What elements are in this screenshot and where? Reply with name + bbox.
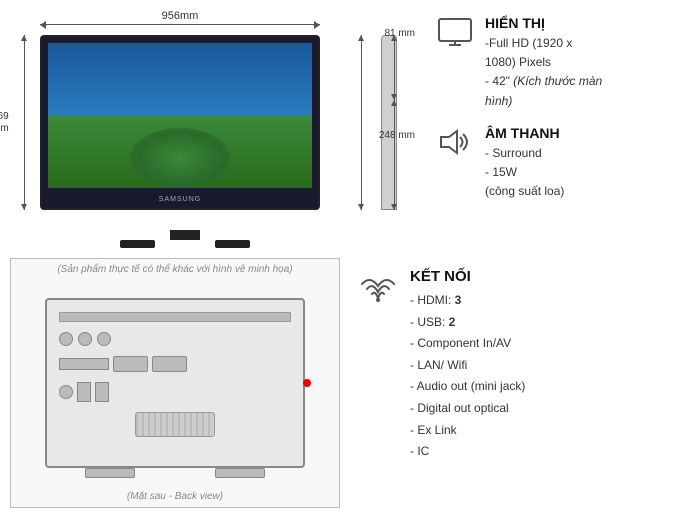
back-diagram-note-bottom: (Mặt sau - Back view): [11, 491, 339, 502]
left-dimension: 569mm: [24, 35, 25, 210]
tv-outer-frame: SAMSUNG: [40, 35, 320, 210]
conn-line-digital: - Digital out optical: [410, 398, 525, 420]
display-spec-line1: -Full HD (1920 x 1080) Pixels - 42" (Kíc…: [485, 34, 602, 111]
conn-line-ic: - IC: [410, 441, 525, 463]
left-dimension-label: 569mm: [0, 111, 9, 135]
back-foot-right: [215, 468, 265, 478]
monitor-icon: [435, 15, 475, 111]
tv-stand-base: [120, 240, 250, 248]
back-diagram-note-top: (Sản phẩm thực tế có thể khác với hình v…: [11, 264, 339, 275]
back-tv-body: [45, 298, 305, 468]
conn-line-hdmi: - HDMI: 3: [410, 290, 525, 312]
top-section: 956mm 569mm 646mm: [10, 10, 686, 250]
side-profile-diagram: 81 mm 248 mm: [355, 10, 415, 250]
main-container: 956mm 569mm 646mm: [0, 0, 696, 522]
display-spec-title: HIỂN THỊ: [485, 15, 602, 31]
side-dim-top-label: 81 mm: [384, 28, 415, 39]
left-dimension-line: 569mm: [24, 35, 25, 210]
bottom-section: (Sản phẩm thực tế có thể khác với hình v…: [10, 258, 686, 508]
conn-line-usb: - USB: 2: [410, 312, 525, 334]
display-spec-block: HIỂN THỊ -Full HD (1920 x 1080) Pixels -…: [435, 15, 686, 111]
tv-stand-foot-left: [120, 240, 155, 248]
tv-screen-tree: [130, 128, 230, 188]
connectivity-title: KẾT NỐI: [410, 268, 525, 285]
top-dimension-label: 956mm: [158, 10, 203, 22]
back-stand-bottom: [45, 468, 305, 478]
conn-line-lan: - LAN/ Wifi: [410, 355, 525, 377]
connectivity-block: KẾT NỐI - HDMI: 3 - USB: 2 - Component I…: [358, 268, 686, 463]
connectivity-content: KẾT NỐI - HDMI: 3 - USB: 2 - Component I…: [410, 268, 525, 463]
red-dot-connector: [303, 379, 311, 387]
conn-line-component: - Component In/AV: [410, 333, 525, 355]
top-dimension: 956mm: [40, 24, 320, 25]
back-foot-left: [85, 468, 135, 478]
conn-line-exlink: - Ex Link: [410, 420, 525, 442]
wifi-icon: [358, 268, 400, 463]
sound-spec-lines: - Surround - 15W (công suất loa): [485, 144, 564, 202]
tv-brand-label: SAMSUNG: [159, 196, 201, 203]
sound-spec-block: ÂM THANH - Surround - 15W (công suất loa…: [435, 125, 686, 202]
top-dimension-line: 956mm: [40, 24, 320, 25]
tv-screen: [48, 43, 312, 188]
tv-stand: [120, 230, 250, 248]
sound-spec-title: ÂM THANH: [485, 125, 564, 141]
conn-line-audio: - Audio out (mini jack): [410, 376, 525, 398]
speaker-icon: [435, 125, 475, 202]
tv-diagram: 956mm 569mm 646mm: [10, 10, 350, 240]
tv-screen-sky: [48, 43, 312, 116]
sound-spec-content: ÂM THANH - Surround - 15W (công suất loa…: [485, 125, 564, 202]
tv-stand-foot-right: [215, 240, 250, 248]
side-dim-bottom-label: 248 mm: [379, 130, 415, 141]
display-spec-content: HIỂN THỊ -Full HD (1920 x 1080) Pixels -…: [485, 15, 602, 111]
connectivity-section: KẾT NỐI - HDMI: 3 - USB: 2 - Component I…: [340, 258, 686, 508]
specs-section: HIỂN THỊ -Full HD (1920 x 1080) Pixels -…: [415, 10, 686, 250]
tv-stand-neck: [170, 230, 200, 240]
back-diagram: (Sản phẩm thực tế có thể khác với hình v…: [10, 258, 340, 508]
